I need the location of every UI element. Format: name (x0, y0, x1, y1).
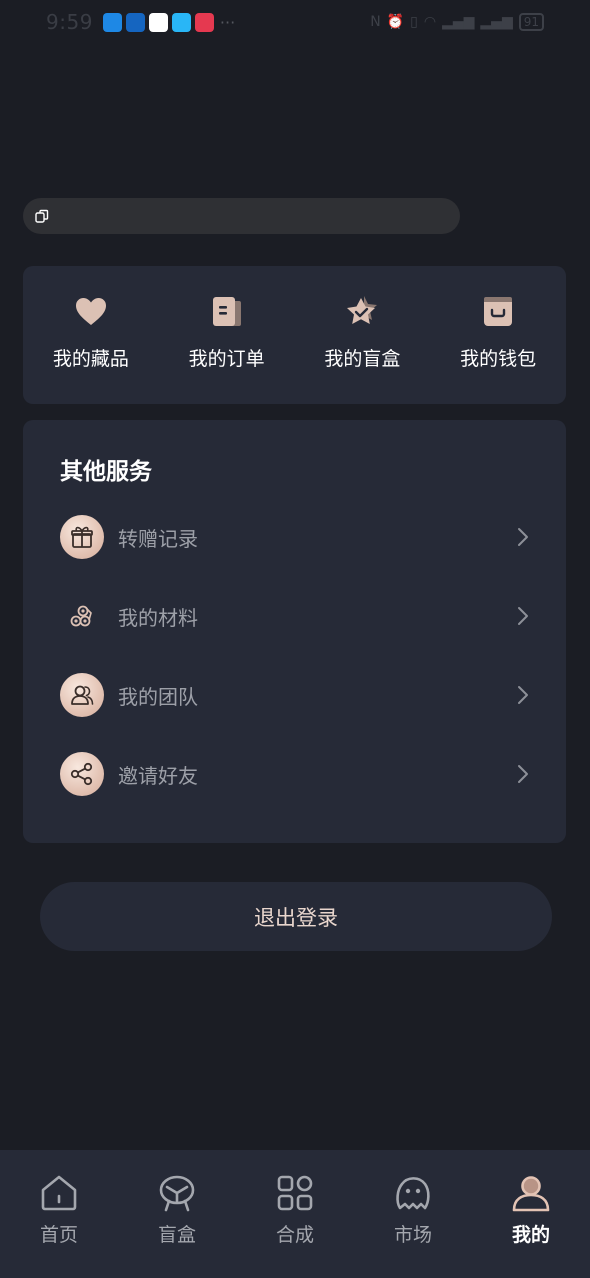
quick-action-blindbox[interactable]: 我的盲盒 (295, 266, 431, 404)
signal-icon: ▂▄▆ (480, 14, 513, 30)
other-services-card: 其他服务 转赠记录 我的材料 我的团队 邀请好友 (23, 420, 566, 843)
tab-label: 我的 (511, 1224, 550, 1246)
notification-app-icons (102, 12, 214, 32)
quick-actions-card: 我的藏品 我的订单 我的盲盒 我的钱包 (23, 266, 566, 404)
home-icon (41, 1175, 77, 1211)
tab-label: 合成 (275, 1224, 314, 1246)
team-icon (60, 673, 104, 717)
service-item-label: 邀请好友 (118, 763, 198, 788)
bottom-tab-bar: 首页 盲盒 合成 市场 我的 (0, 1150, 590, 1278)
wifi-icon: ◠ (423, 14, 437, 30)
tab-label: 盲盒 (157, 1224, 196, 1246)
service-item-label: 我的团队 (118, 684, 198, 709)
section-title: 其他服务 (60, 459, 152, 485)
tab-blindbox[interactable]: 盲盒 (118, 1150, 236, 1278)
vibrate-icon: ▯ (410, 14, 418, 30)
quick-action-wallet[interactable]: 我的钱包 (430, 266, 566, 404)
heart-icon (75, 298, 106, 325)
quick-action-label: 我的钱包 (460, 348, 537, 370)
app-notification-icon (194, 12, 214, 32)
blindbox-icon (159, 1175, 195, 1212)
nfc-icon: N (370, 14, 381, 30)
tab-synthesis[interactable]: 合成 (236, 1150, 354, 1278)
logout-button[interactable]: 退出登录 (40, 882, 552, 951)
tab-label: 市场 (393, 1224, 432, 1246)
tab-mine[interactable]: 我的 (472, 1150, 590, 1278)
signal-icon: ▂▄▆ (442, 14, 475, 30)
battery-icon: 91 (518, 13, 544, 31)
service-item-label: 我的材料 (118, 605, 198, 630)
chevron-right-icon (518, 528, 528, 546)
chevron-right-icon (518, 765, 528, 783)
service-item-my-materials[interactable]: 我的材料 (60, 593, 530, 639)
materials-icon (60, 594, 104, 638)
tab-label: 首页 (39, 1224, 78, 1246)
share-icon (60, 752, 104, 796)
profile-icon (512, 1176, 550, 1212)
service-item-my-team[interactable]: 我的团队 (60, 672, 530, 718)
grid-icon (277, 1175, 313, 1211)
status-bar: 9:59 ··· N ⏰ ▯ ◠ ▂▄▆ ▂▄▆ 91 (0, 0, 590, 44)
app-notification-icon (171, 12, 191, 32)
quick-action-collections[interactable]: 我的藏品 (23, 266, 159, 404)
status-time: 9:59 (46, 10, 93, 34)
chevron-right-icon (518, 607, 528, 625)
app-notification-icon (102, 12, 122, 32)
star-badge-icon (347, 296, 378, 324)
quick-action-orders[interactable]: 我的订单 (159, 266, 295, 404)
service-item-transfer-records[interactable]: 转赠记录 (60, 514, 530, 560)
app-notification-icon (125, 12, 145, 32)
service-item-label: 转赠记录 (118, 526, 198, 551)
gift-icon (60, 515, 104, 559)
market-icon (396, 1177, 430, 1210)
quick-action-label: 我的盲盒 (324, 348, 401, 370)
quick-action-label: 我的订单 (188, 348, 265, 370)
copy-icon[interactable] (35, 209, 49, 223)
quick-action-label: 我的藏品 (52, 348, 129, 370)
status-more-icon: ··· (219, 12, 236, 32)
order-doc-icon (212, 297, 241, 326)
tab-home[interactable]: 首页 (0, 1150, 118, 1278)
service-item-invite-friends[interactable]: 邀请好友 (60, 751, 530, 797)
chevron-right-icon (518, 686, 528, 704)
tab-market[interactable]: 市场 (354, 1150, 472, 1278)
system-status-icons: N ⏰ ▯ ◠ ▂▄▆ ▂▄▆ 91 (370, 13, 544, 31)
alarm-icon: ⏰ (386, 14, 405, 30)
app-notification-icon (148, 12, 168, 32)
address-copy-bar[interactable] (23, 198, 460, 234)
wallet-icon (484, 297, 513, 326)
